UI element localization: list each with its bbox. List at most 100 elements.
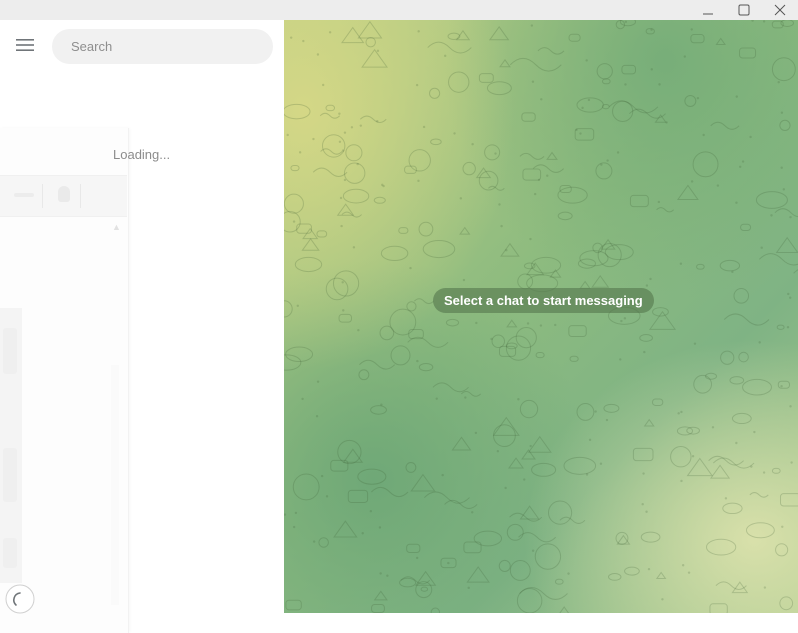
doodle-shape — [373, 590, 388, 601]
doodle-dot — [789, 215, 792, 219]
search-box[interactable] — [52, 29, 273, 64]
doodle-dot — [579, 132, 582, 135]
minimize-button[interactable] — [690, 0, 726, 20]
doodle-shape — [546, 151, 558, 160]
doodle-dot — [441, 473, 444, 477]
doodle-dot — [691, 455, 695, 458]
doodle-dot — [316, 53, 320, 56]
doodle-dot — [531, 549, 535, 552]
doodle-shape — [629, 194, 649, 208]
doodle-shape — [519, 505, 540, 520]
doodle-shape — [537, 47, 565, 55]
doodle-shape — [521, 449, 536, 460]
close-button[interactable] — [762, 0, 798, 20]
doodle-shape — [430, 607, 440, 613]
doodle-shape — [559, 516, 586, 524]
doodle-shape — [410, 473, 436, 492]
doodle-shape — [709, 464, 731, 479]
doodle-dot — [777, 80, 780, 84]
doodle-shape — [557, 186, 588, 204]
doodle-dot — [751, 20, 754, 22]
doodle-dot — [289, 36, 293, 39]
doodle-shape — [498, 559, 511, 572]
doodle-shape — [656, 207, 674, 213]
doodle-shape — [522, 168, 542, 181]
doodle-shape — [595, 162, 613, 180]
doodle-dot — [341, 149, 345, 152]
doodle-shape — [608, 100, 659, 114]
doodle-shape — [559, 606, 570, 613]
doodle-shape — [738, 351, 749, 363]
doodle-dot — [361, 532, 364, 535]
doodle-shape — [519, 152, 545, 160]
doodle-dot — [316, 380, 320, 383]
doodle-dot — [690, 28, 693, 31]
doodle-dot — [409, 266, 412, 270]
doodle-shape — [516, 588, 543, 613]
doodle-dot — [530, 24, 534, 27]
doodle-dot — [735, 441, 738, 445]
doodle-dot — [619, 358, 622, 361]
doodle-shape — [755, 191, 788, 209]
doodle-dot — [600, 163, 603, 166]
doodle-dot — [284, 513, 287, 516]
doodle-dot — [494, 152, 497, 155]
doodle-shape — [284, 193, 304, 214]
search-input[interactable] — [69, 38, 263, 55]
doodle-shape — [333, 520, 358, 538]
doodle-dot — [292, 525, 296, 529]
doodle-shape — [639, 334, 653, 342]
doodle-shape — [406, 301, 417, 312]
doodle-shape — [745, 522, 775, 539]
doodle-dot — [415, 83, 419, 87]
doodle-shape — [486, 81, 512, 96]
doodle-dot — [680, 410, 683, 414]
doodle-shape — [603, 403, 620, 413]
doodle-shape — [521, 112, 536, 122]
doodle-dot — [343, 178, 347, 182]
doodle-dot — [505, 249, 508, 252]
doodle-shape — [478, 170, 499, 191]
doodle-dot — [338, 140, 342, 144]
doodle-shape — [509, 57, 562, 72]
doodle-dot — [471, 511, 474, 514]
doodle-dot — [435, 397, 438, 400]
doodle-shape — [535, 352, 545, 359]
doodle-dot — [517, 398, 520, 401]
doodle-dot — [753, 430, 756, 434]
doodle-shape — [448, 71, 470, 93]
doodle-dot — [567, 572, 570, 575]
doodle-dot — [661, 598, 664, 601]
doodle-dot — [786, 325, 790, 329]
doodle-dot — [474, 431, 478, 435]
maximize-button[interactable] — [726, 0, 762, 20]
main-menu-button[interactable] — [8, 34, 42, 60]
doodle-dot — [677, 412, 680, 415]
doodle-dot — [523, 478, 526, 481]
doodle-shape — [519, 399, 539, 419]
doodle-shape — [444, 499, 478, 510]
doodle-shape — [423, 491, 470, 504]
doodle-shape — [343, 162, 366, 184]
doodle-shape — [361, 48, 388, 68]
doodle-shape — [418, 221, 434, 237]
doodle-dot — [380, 403, 383, 406]
doodle-dot — [359, 124, 363, 127]
doodle-shape — [686, 457, 714, 477]
doodle-dot — [369, 510, 373, 513]
doodle-shape — [316, 230, 328, 238]
doodle-dot — [787, 292, 790, 296]
doodle-dot — [770, 214, 773, 217]
doodle-shape — [370, 405, 387, 415]
doodle-dot — [386, 574, 389, 577]
doodle-shape — [531, 462, 557, 477]
doodle-dot — [343, 131, 347, 134]
doodle-shape — [390, 345, 411, 366]
doodle-shape — [568, 33, 581, 42]
doodle-shape — [696, 263, 705, 270]
doodle-dot — [641, 503, 644, 506]
doodle-shape — [466, 566, 490, 583]
doodle-dot — [342, 309, 345, 312]
doodle-shape — [758, 253, 798, 266]
doodle-dot — [459, 197, 463, 200]
